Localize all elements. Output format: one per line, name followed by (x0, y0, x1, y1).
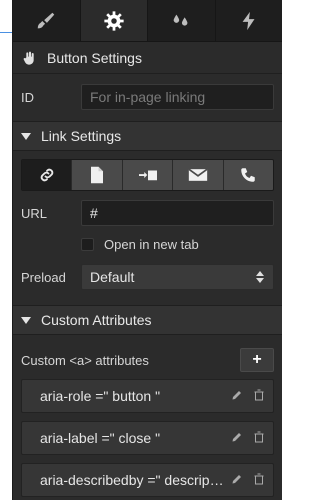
trash-icon[interactable] (253, 431, 265, 443)
tab-lightning[interactable] (216, 0, 283, 41)
preload-row: Preload Default (13, 263, 282, 291)
gear-icon (103, 10, 125, 32)
link-settings-header[interactable]: Link Settings (13, 121, 282, 151)
link-type-section[interactable] (122, 160, 174, 190)
brush-icon (35, 10, 57, 32)
caret-down-icon (21, 316, 31, 324)
attribute-actions (231, 431, 265, 443)
attribute-item[interactable]: aria-label =" close " (21, 421, 274, 455)
tab-settings[interactable] (80, 0, 148, 41)
caret-down-icon (21, 132, 31, 140)
custom-attributes-subheader: Custom <a> attributes + (13, 347, 282, 373)
trash-icon[interactable] (253, 389, 265, 401)
tab-interactions[interactable] (148, 0, 216, 41)
preload-select[interactable]: Default (81, 264, 274, 290)
preload-label: Preload (21, 269, 66, 285)
attribute-actions (231, 389, 265, 401)
custom-attributes-subtitle: Custom <a> attributes (21, 352, 149, 368)
lightning-icon (238, 10, 260, 32)
url-label: URL (21, 205, 48, 221)
attribute-item[interactable]: aria-role =" button " (21, 379, 274, 413)
button-settings-header: Button Settings (13, 42, 282, 74)
id-input[interactable]: For in-page linking (81, 84, 274, 110)
new-tab-checkbox[interactable] (81, 237, 94, 251)
link-settings-title: Link Settings (41, 128, 122, 144)
id-row: ID For in-page linking (13, 82, 282, 112)
attribute-item[interactable]: aria-describedby =" description" (21, 463, 274, 497)
add-attribute-button[interactable]: + (240, 348, 274, 372)
new-tab-row: Open in new tab (81, 235, 282, 253)
link-type-selector (21, 159, 274, 191)
attribute-actions (231, 473, 265, 485)
blue-guide-line (0, 32, 12, 33)
updown-arrows-icon (255, 270, 265, 284)
tab-style[interactable] (13, 0, 81, 41)
hand-icon (21, 50, 37, 66)
pencil-icon[interactable] (231, 473, 243, 485)
attribute-text: aria-label =" close " (40, 430, 161, 446)
new-tab-label: Open in new tab (104, 236, 199, 252)
url-row: URL # (13, 199, 282, 227)
section-icon (137, 166, 159, 184)
button-settings-title: Button Settings (47, 49, 142, 66)
trash-icon[interactable] (253, 473, 265, 485)
link-icon (38, 166, 56, 184)
preload-value: Default (90, 269, 135, 285)
pencil-icon[interactable] (231, 389, 243, 401)
url-input[interactable]: # (81, 200, 274, 226)
panel-tabs (13, 0, 282, 42)
id-label: ID (21, 89, 34, 105)
link-type-url[interactable] (22, 160, 73, 190)
id-placeholder: For in-page linking (90, 89, 206, 105)
page-icon (89, 166, 105, 184)
email-icon (188, 167, 208, 183)
attribute-text: aria-describedby =" description" (40, 472, 226, 488)
droplets-icon (170, 10, 192, 32)
link-type-page[interactable] (72, 160, 123, 190)
attribute-text: aria-role =" button " (40, 388, 161, 404)
pencil-icon[interactable] (231, 431, 243, 443)
url-value: # (90, 205, 98, 221)
custom-attributes-header[interactable]: Custom Attributes (13, 305, 282, 335)
phone-icon (239, 166, 257, 184)
link-type-email[interactable] (173, 160, 224, 190)
settings-panel: Button Settings ID For in-page linking L… (12, 0, 282, 500)
custom-attributes-title: Custom Attributes (41, 312, 152, 328)
link-type-phone[interactable] (223, 160, 273, 190)
